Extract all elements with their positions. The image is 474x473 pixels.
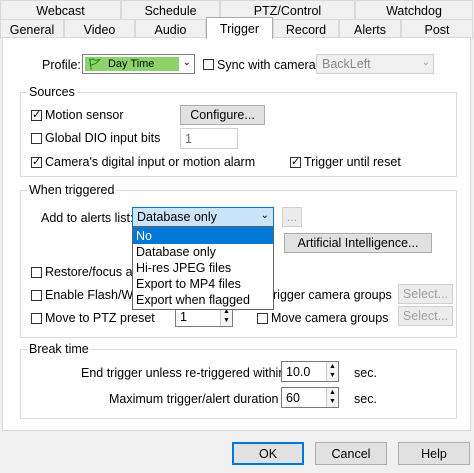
break-time-group: Break time End trigger unless re-trigger… [20, 342, 457, 419]
select-trigger-groups-button[interactable]: Select... [398, 284, 453, 304]
ai-button[interactable]: Artificial Intelligence... [284, 233, 432, 253]
ptz-preset-value: 1 [180, 309, 187, 324]
dropdown-option-hires-jpeg[interactable]: Hi-res JPEG files [133, 260, 273, 276]
end-trigger-label: End trigger unless re-triggered within [81, 366, 286, 380]
dropdown-option-export-mp4[interactable]: Export to MP4 files [133, 276, 273, 292]
motion-sensor-label: Motion sensor [45, 108, 124, 122]
chevron-down-icon: ⌄ [260, 210, 269, 221]
camera-input-label: Camera's digital input or motion alarm [45, 155, 256, 169]
tab-audio[interactable]: Audio [135, 19, 206, 39]
move-groups-checkbox[interactable] [257, 313, 268, 324]
break-time-title: Break time [27, 342, 91, 356]
camera-select[interactable]: BackLeft ⌄ [316, 54, 434, 74]
sources-group: Sources Motion sensor Configure... Globa… [20, 85, 457, 177]
tab-alerts[interactable]: Alerts [339, 19, 401, 39]
tab-general[interactable]: General [0, 19, 64, 39]
flag-icon: 🚩︎ [88, 58, 102, 71]
enable-flash-checkbox[interactable] [31, 290, 42, 301]
end-trigger-value: 10.0 [286, 364, 311, 379]
profile-select[interactable]: 🚩︎ Day Time ⌄ [82, 54, 195, 74]
sync-camera-label: Sync with camera [217, 58, 316, 72]
profile-label: Profile: [42, 58, 81, 72]
when-triggered-group: When triggered Add to alerts list: Datab… [20, 183, 457, 338]
dropdown-option-database-only[interactable]: Database only [133, 244, 273, 260]
ptz-preset-checkbox[interactable] [31, 313, 42, 324]
motion-sensor-checkbox[interactable] [31, 108, 42, 122]
ok-button[interactable]: OK [232, 442, 304, 465]
when-triggered-title: When triggered [27, 183, 117, 197]
max-duration-value: 60 [286, 390, 300, 405]
profile-color-swatch: 🚩︎ Day Time [85, 57, 179, 71]
tab-record[interactable]: Record [273, 19, 339, 39]
trigger-panel: Profile: 🚩︎ Day Time ⌄ Sync with camera … [2, 37, 471, 431]
end-trigger-spinner[interactable]: ▲ ▼ [326, 362, 338, 381]
cancel-button[interactable]: Cancel [315, 442, 387, 465]
max-duration-label: Maximum trigger/alert duration [109, 392, 279, 406]
configure-button[interactable]: Configure... [180, 105, 265, 125]
camera-select-value: BackLeft [322, 57, 371, 71]
sources-title: Sources [27, 85, 77, 99]
max-duration-unit: sec. [354, 392, 377, 406]
spin-up-icon[interactable]: ▲ [327, 388, 338, 397]
profile-value: Day Time [107, 58, 155, 70]
spin-down-icon[interactable]: ▼ [327, 371, 338, 380]
more-button[interactable]: ... [282, 207, 302, 227]
move-groups-label: Move camera groups [271, 311, 389, 325]
dropdown-option-export-flagged[interactable]: Export when flagged [133, 292, 273, 308]
global-dio-label: Global DIO input bits [45, 131, 161, 145]
max-duration-spinner[interactable]: ▲ ▼ [326, 388, 338, 407]
ptz-preset-label: Move to PTZ preset [45, 311, 155, 325]
spin-up-icon[interactable]: ▲ [327, 362, 338, 371]
add-alerts-label: Add to alerts list: [41, 211, 134, 225]
end-trigger-input[interactable]: 10.0 ▲ ▼ [281, 361, 339, 382]
tab-webcast[interactable]: Webcast [0, 0, 121, 20]
chevron-down-icon: ⌄ [421, 57, 430, 68]
sync-camera-checkbox[interactable] [203, 59, 214, 70]
help-button[interactable]: Help [398, 442, 470, 465]
select-move-groups-button[interactable]: Select... [398, 306, 453, 326]
spin-down-icon[interactable]: ▼ [221, 316, 232, 325]
restore-focus-checkbox[interactable] [31, 267, 42, 278]
camera-input-checkbox[interactable] [31, 155, 42, 169]
dropdown-option-no[interactable]: No [133, 228, 273, 244]
until-reset-label: Trigger until reset [304, 155, 401, 169]
global-dio-input[interactable]: 1 [180, 128, 238, 149]
tab-row-bottom: General Video Audio Trigger Record Alert… [0, 17, 473, 39]
until-reset-checkbox[interactable] [290, 155, 301, 169]
tab-post[interactable]: Post [401, 19, 473, 39]
global-dio-checkbox[interactable] [31, 133, 42, 144]
dialog-footer: OK Cancel Help [0, 433, 474, 473]
enable-flash-label: Enable Flash/WM [45, 288, 144, 302]
trigger-groups-label: rigger camera groups [273, 288, 392, 302]
add-alerts-select[interactable]: Database only ⌄ [132, 207, 274, 227]
max-duration-input[interactable]: 60 ▲ ▼ [281, 387, 339, 408]
chevron-down-icon: ⌄ [182, 57, 191, 68]
tab-watchdog[interactable]: Watchdog [355, 0, 473, 20]
add-alerts-dropdown-list: No Database only Hi-res JPEG files Expor… [132, 227, 274, 310]
add-alerts-value: Database only [137, 210, 217, 224]
tab-video[interactable]: Video [64, 19, 135, 39]
spin-down-icon[interactable]: ▼ [327, 397, 338, 406]
end-trigger-unit: sec. [354, 366, 377, 380]
tab-trigger[interactable]: Trigger [206, 17, 273, 39]
